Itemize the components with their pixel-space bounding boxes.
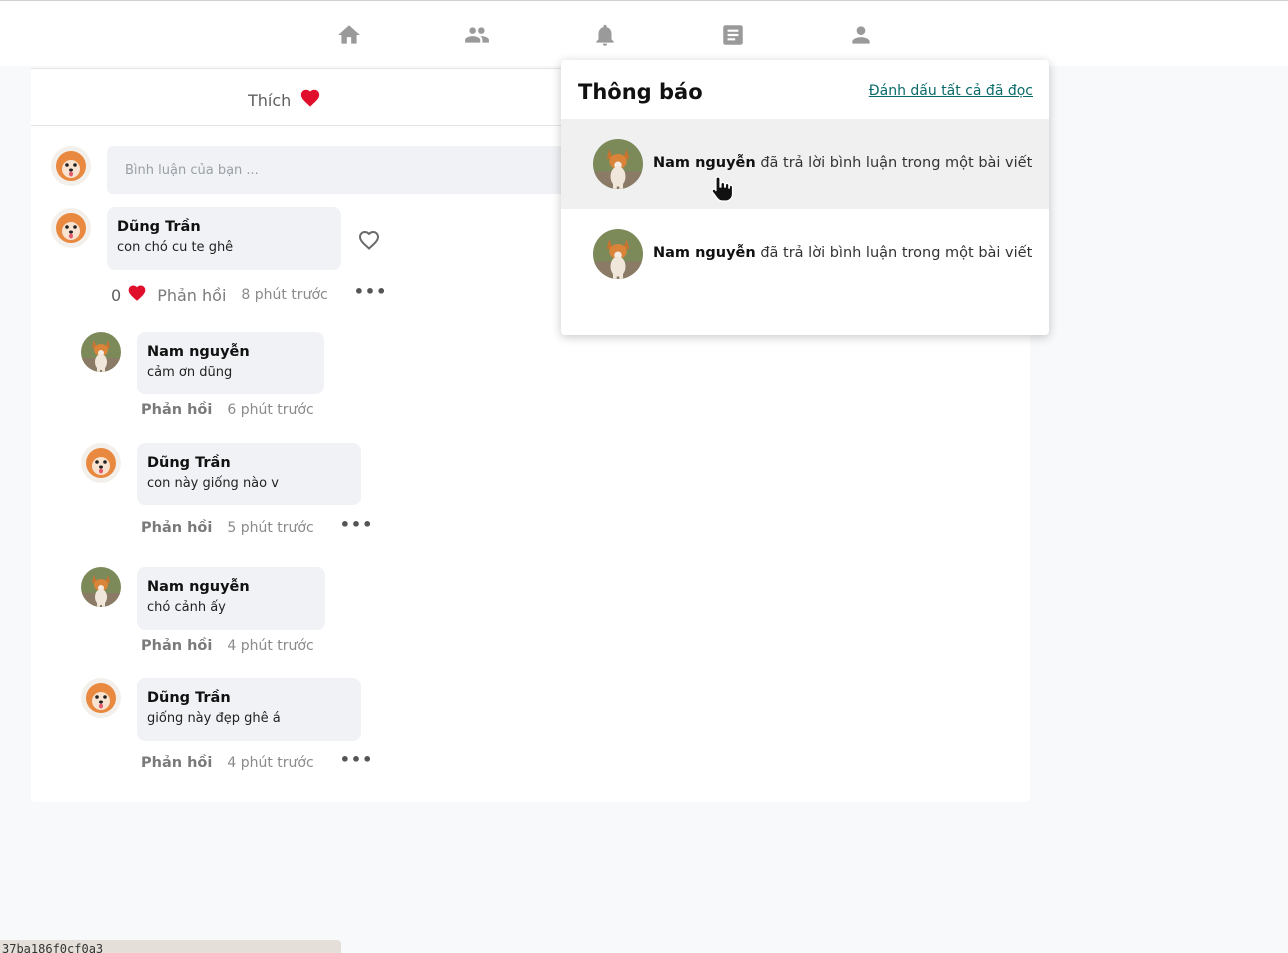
reply-meta: Phản hồi 6 phút trước xyxy=(141,402,314,418)
reply-bubble: Nam nguyễn chó cảnh ấy xyxy=(137,567,325,630)
notification-text: Nam nguyễn đã trả lời bình luận trong mộ… xyxy=(653,155,1032,171)
notifications-dropdown: Thông báo Đánh dấu tất cả đã đọc Nam ngu… xyxy=(561,60,1049,335)
hand-cursor-icon xyxy=(710,175,734,203)
more-options-icon[interactable]: ••• xyxy=(340,752,374,771)
reply-text: chó cảnh ấy xyxy=(147,600,226,615)
reply-bubble: Dũng Trần con này giống nào v xyxy=(137,443,361,505)
reply-button[interactable]: Phản hồi xyxy=(157,286,226,305)
reply-text: cảm ơn dũng xyxy=(147,365,233,380)
notification-actor: Nam nguyễn xyxy=(653,155,756,171)
avatar xyxy=(593,229,643,279)
reply-button[interactable]: Phản hồi xyxy=(141,402,212,418)
reply-bubble: Dũng Trần giống này đẹp ghê á xyxy=(137,678,361,741)
notification-actor: Nam nguyễn xyxy=(653,245,756,261)
document-icon[interactable] xyxy=(719,21,747,49)
avatar xyxy=(81,332,121,372)
notification-message: đã trả lời bình luận trong một bài viết xyxy=(760,155,1033,171)
home-icon[interactable] xyxy=(335,21,363,49)
notification-text: Nam nguyễn đã trả lời bình luận trong mộ… xyxy=(653,245,1032,261)
heart-icon[interactable] xyxy=(127,283,147,307)
reply-button[interactable]: Phản hồi xyxy=(141,755,212,771)
top-navigation xyxy=(0,0,1288,66)
comment-bubble: Dũng Trần con chó cu te ghê xyxy=(107,207,341,270)
current-user-avatar xyxy=(51,146,91,186)
avatar xyxy=(81,678,121,718)
reply-author: Dũng Trần xyxy=(147,690,231,706)
notification-message: đã trả lời bình luận trong một bài viết xyxy=(760,245,1033,261)
notification-item[interactable]: Nam nguyễn đã trả lời bình luận trong mộ… xyxy=(561,119,1049,209)
comment-author: Dũng Trần xyxy=(117,219,201,235)
profile-icon[interactable] xyxy=(847,21,875,49)
reply-text: giống này đẹp ghê á xyxy=(147,711,281,726)
reply-author: Dũng Trần xyxy=(147,455,231,471)
notifications-title: Thông báo xyxy=(578,80,703,104)
reply-meta: Phản hồi 5 phút trước ••• xyxy=(141,517,374,537)
comment-text: con chó cu te ghê xyxy=(117,240,234,255)
comment-time: 8 phút trước xyxy=(241,287,328,303)
avatar xyxy=(81,567,121,607)
reply-author: Nam nguyễn xyxy=(147,344,250,360)
comment-input[interactable] xyxy=(107,146,607,194)
notification-item[interactable]: Nam nguyễn đã trả lời bình luận trong mộ… xyxy=(561,209,1049,299)
friends-icon[interactable] xyxy=(463,21,491,49)
like-count: 0 xyxy=(111,285,122,305)
heart-outline-icon[interactable] xyxy=(357,228,381,256)
mark-all-read-link[interactable]: Đánh dấu tất cả đã đọc xyxy=(869,83,1033,99)
reply-button[interactable]: Phản hồi xyxy=(141,638,212,654)
heart-icon xyxy=(299,87,321,113)
avatar xyxy=(51,208,91,248)
reply-bubble: Nam nguyễn cảm ơn dũng xyxy=(137,332,324,394)
more-options-icon[interactable]: ••• xyxy=(354,284,388,303)
reply-time: 6 phút trước xyxy=(227,402,314,418)
comment-meta: 0 Phản hồi 8 phút trước ••• xyxy=(111,283,387,307)
reply-time: 4 phút trước xyxy=(227,638,314,654)
reply-meta: Phản hồi 4 phút trước ••• xyxy=(141,752,374,772)
reply-button[interactable]: Phản hồi xyxy=(141,520,212,536)
reply-author: Nam nguyễn xyxy=(147,579,250,595)
reply-time: 4 phút trước xyxy=(227,755,314,771)
avatar xyxy=(593,139,643,189)
avatar xyxy=(81,443,121,483)
bell-icon[interactable] xyxy=(591,21,619,49)
reply-text: con này giống nào v xyxy=(147,476,279,491)
more-options-icon[interactable]: ••• xyxy=(340,517,374,536)
like-label: Thích xyxy=(248,90,292,110)
reply-time: 5 phút trước xyxy=(227,520,314,536)
like-button[interactable]: Thích xyxy=(248,87,321,113)
reply-meta: Phản hồi 4 phút trước xyxy=(141,638,314,654)
browser-status-bar: 37ba186f0cf0a3 xyxy=(0,940,341,953)
